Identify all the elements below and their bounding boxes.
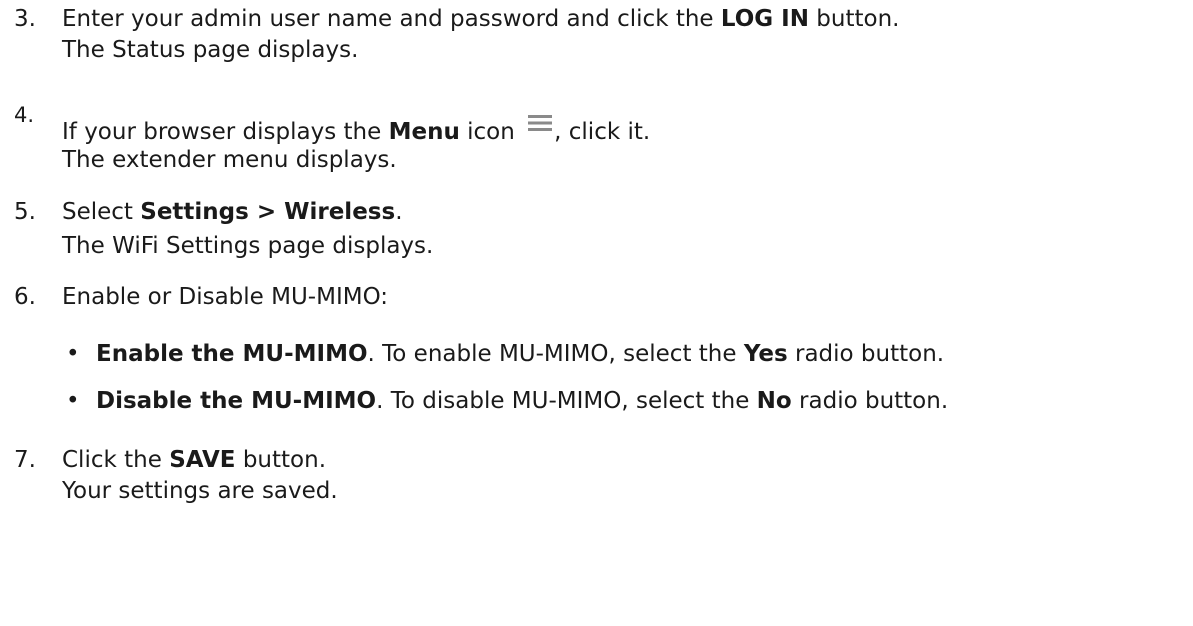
text-run: radio button. — [787, 341, 945, 367]
emphasis-settings-wireless: Settings > Wireless — [140, 199, 396, 225]
emphasis-yes: Yes — [743, 341, 788, 367]
emphasis-enable-mu-mimo: Enable the MU-MIMO — [96, 341, 368, 367]
step-number: 6. — [14, 284, 36, 310]
emphasis-menu: Menu — [388, 119, 460, 145]
text-run: icon — [459, 119, 523, 145]
bullet-item-disable: Disable the MU-MIMO. To disable MU-MIMO,… — [96, 386, 948, 417]
step-result: The Status page displays. — [62, 37, 359, 63]
step-number: 7. — [14, 447, 36, 473]
text-run: Select — [62, 199, 141, 225]
step-result: Your settings are saved. — [62, 478, 338, 504]
step-number: 4. — [14, 103, 35, 127]
emphasis-log-in: LOG IN — [720, 6, 809, 32]
step-text: Select Settings > Wireless. — [62, 197, 403, 228]
hamburger-menu-icon — [528, 115, 553, 131]
instruction-document: 3. Enter your admin user name and passwo… — [0, 0, 1193, 626]
step-number: 3. — [14, 6, 36, 32]
text-run: . To enable MU-MIMO, select the — [367, 341, 744, 367]
bullet-item-enable: Enable the MU-MIMO. To enable MU-MIMO, s… — [96, 339, 944, 370]
text-run: Click the — [62, 447, 170, 473]
text-run: . To disable MU-MIMO, select the — [376, 388, 757, 414]
text-run: button. — [235, 447, 326, 473]
emphasis-save: SAVE — [169, 447, 236, 473]
emphasis-disable-mu-mimo: Disable the MU-MIMO — [96, 388, 377, 414]
step-result: The extender menu displays. — [62, 147, 397, 173]
text-run: radio button. — [791, 388, 949, 414]
step-text: Enter your admin user name and password … — [62, 4, 899, 35]
step-text: Click the SAVE button. — [62, 445, 326, 476]
step-text: If your browser displays the Menu icon ,… — [62, 114, 650, 148]
text-run: Enter your admin user name and password … — [62, 6, 721, 32]
text-run: , click it. — [554, 119, 651, 145]
text-run: button. — [809, 6, 900, 32]
step-text: Enable or Disable MU-MIMO: — [62, 284, 389, 310]
bullet-marker: • — [66, 388, 80, 414]
step-result: The WiFi Settings page displays. — [62, 233, 434, 259]
emphasis-no: No — [756, 388, 792, 414]
bullet-marker: • — [66, 341, 80, 367]
text-run: If your browser displays the — [62, 119, 389, 145]
text-run: . — [395, 199, 403, 225]
step-number: 5. — [14, 199, 36, 225]
